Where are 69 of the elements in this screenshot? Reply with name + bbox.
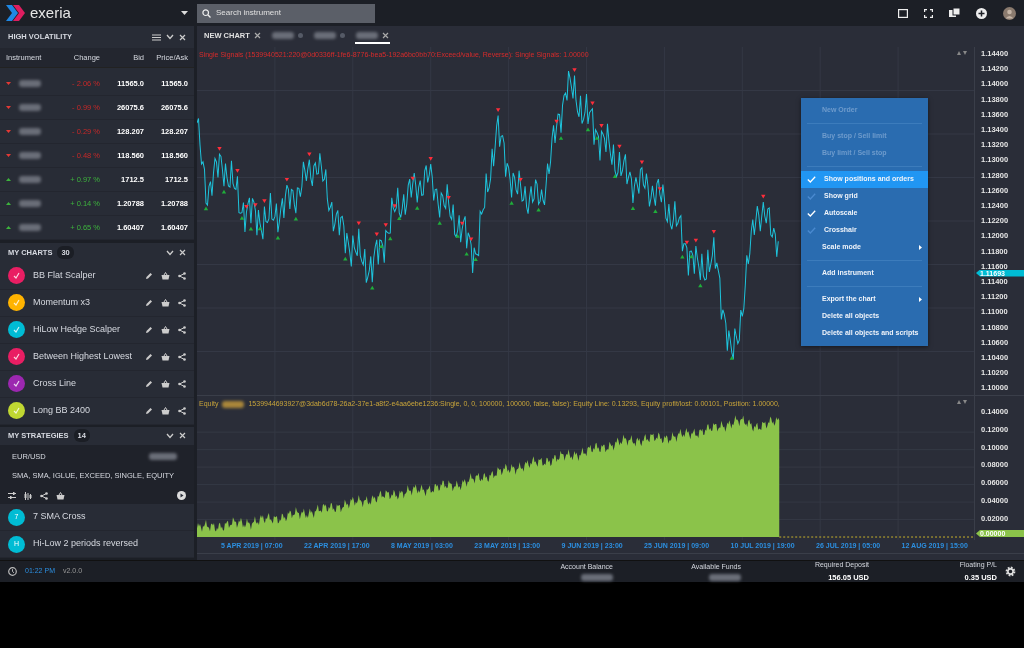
- submenu-arrow-icon: [919, 297, 922, 302]
- search-field[interactable]: Search instrument: [197, 3, 375, 23]
- blurred-label: [19, 200, 41, 208]
- blurred-label: [19, 176, 41, 184]
- blurred-label: [19, 80, 41, 88]
- basket-icon[interactable]: [161, 271, 170, 280]
- chevron-down-icon[interactable]: [166, 249, 174, 256]
- share-icon[interactable]: [178, 271, 186, 280]
- play-icon[interactable]: [177, 491, 186, 500]
- clock-icon: [8, 567, 17, 576]
- pencil-icon[interactable]: [145, 352, 153, 361]
- caret-down-icon[interactable]: [181, 11, 188, 15]
- pencil-icon[interactable]: [145, 271, 153, 280]
- logo-text: exeria: [30, 2, 71, 23]
- share-icon[interactable]: [40, 491, 48, 500]
- search-input[interactable]: Search instrument: [216, 7, 370, 19]
- scale-arrows-icon[interactable]: [957, 400, 967, 404]
- close-icon[interactable]: [253, 32, 261, 39]
- chart-tab[interactable]: [354, 29, 390, 44]
- share-icon[interactable]: [178, 325, 186, 334]
- pencil-icon[interactable]: [145, 379, 153, 388]
- gear-icon[interactable]: [1005, 566, 1016, 577]
- blurred-label: [355, 32, 378, 39]
- close-icon[interactable]: [381, 32, 389, 39]
- logo-icon: [6, 5, 26, 21]
- basket-icon[interactable]: [161, 325, 170, 334]
- share-icon[interactable]: [178, 298, 186, 307]
- chart-list-item[interactable]: Cross Line: [0, 370, 194, 398]
- plus-icon[interactable]: [976, 7, 987, 19]
- blurred-label: [149, 452, 177, 460]
- chevron-down-icon[interactable]: [166, 34, 174, 40]
- avatar-icon[interactable]: [1003, 6, 1016, 20]
- share-icon[interactable]: [178, 406, 186, 415]
- pencil-icon[interactable]: [145, 406, 153, 415]
- list-icon[interactable]: [152, 33, 161, 41]
- submenu-arrow-icon: [919, 245, 922, 250]
- share-icon[interactable]: [178, 352, 186, 361]
- blurred-label: [709, 573, 741, 581]
- pencil-icon[interactable]: [145, 325, 153, 334]
- basket-icon[interactable]: [161, 298, 170, 307]
- pencil-icon[interactable]: [145, 298, 153, 307]
- close-icon[interactable]: [179, 249, 186, 256]
- blurred-label: [19, 224, 41, 232]
- blurred-label: [19, 152, 41, 160]
- basket-icon[interactable]: [161, 352, 170, 361]
- chart-list-item[interactable]: Long BB 2400: [0, 397, 194, 425]
- scale-arrows-icon[interactable]: [957, 51, 967, 55]
- candles-icon[interactable]: [24, 491, 32, 500]
- search-icon: [202, 8, 211, 18]
- share-icon[interactable]: [178, 379, 186, 388]
- blurred-label: [581, 573, 613, 581]
- chart-list-item[interactable]: BB Flat Scalper: [0, 262, 194, 290]
- basket-icon[interactable]: [161, 406, 170, 415]
- fullscreen-icon[interactable]: [924, 8, 933, 18]
- chart-list-item[interactable]: Momentum x3: [0, 289, 194, 317]
- basket-icon[interactable]: [56, 491, 65, 500]
- close-icon[interactable]: [179, 33, 186, 41]
- blurred-label: [271, 32, 294, 39]
- chart-list-item[interactable]: HiLow Hedge Scalper: [0, 316, 194, 344]
- close-icon[interactable]: [179, 432, 186, 439]
- sliders-icon[interactable]: [8, 492, 16, 499]
- chevron-down-icon[interactable]: [166, 432, 174, 439]
- chart-list-item[interactable]: Between Highest Lowest: [0, 343, 194, 371]
- basket-icon[interactable]: [161, 379, 170, 388]
- window-icon[interactable]: [898, 8, 908, 18]
- blurred-label: [222, 400, 245, 408]
- blurred-label: [19, 104, 41, 112]
- blurred-label: [19, 128, 41, 136]
- blurred-label: [313, 32, 336, 39]
